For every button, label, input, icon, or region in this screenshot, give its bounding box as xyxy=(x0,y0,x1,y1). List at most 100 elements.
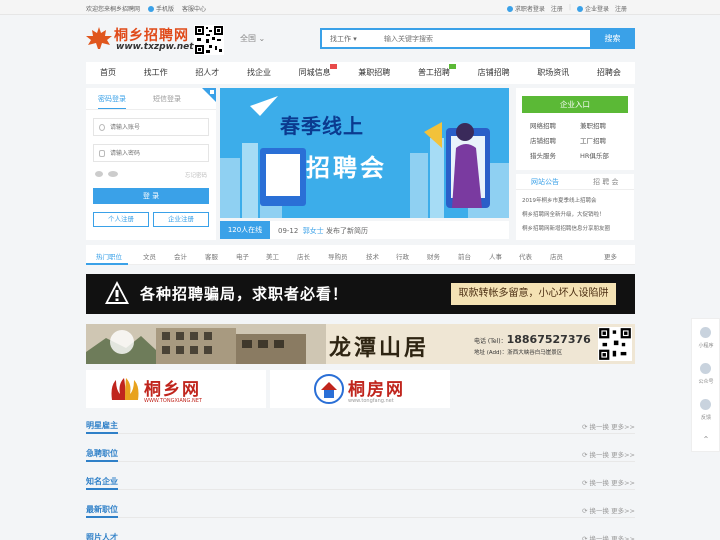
notice-item[interactable]: 2019年桐乡市夏季线上招聘会 xyxy=(522,196,597,204)
partner-tongxiang[interactable]: 桐乡网 WWW.TONGXIANG.NET xyxy=(86,370,266,408)
nav-find-company[interactable]: 找企业 xyxy=(247,62,271,84)
link-hr-club[interactable]: HR俱乐部 xyxy=(580,150,609,160)
section-refresh-more[interactable]: ⟳ 换一换 更多>> xyxy=(582,533,635,540)
wechat-icon[interactable] xyxy=(108,171,118,177)
back-to-top-icon[interactable]: ⌃ xyxy=(692,435,720,444)
fraud-warning-note: 取款转帐多留意，小心坏人设陷阱 xyxy=(451,283,616,305)
category-item[interactable]: 美工 xyxy=(266,251,279,261)
category-item[interactable]: 技术 xyxy=(366,251,379,261)
float-label[interactable]: 小程序 xyxy=(692,342,720,349)
category-item[interactable]: 人事 xyxy=(489,251,502,261)
feedback-icon[interactable] xyxy=(700,399,711,410)
nav-general-worker[interactable]: 普工招聘 xyxy=(418,62,456,84)
company-register-button[interactable]: 企业注册 xyxy=(153,212,209,227)
company-login-link[interactable]: 企业登录 xyxy=(576,4,609,13)
top-bar: 欢迎您来桐乡招聘网 手机版 客服中心 求职者登录 注册 | 企业登录 注册 xyxy=(0,0,720,15)
float-label[interactable]: 反馈 xyxy=(692,414,720,421)
qr-login-icon[interactable] xyxy=(202,88,216,102)
link-part-time[interactable]: 兼职招聘 xyxy=(580,120,606,130)
tab-job-fairs[interactable]: 招 聘 会 xyxy=(593,177,618,187)
estate-ad-title: 龙潭山居 xyxy=(329,335,430,361)
tab-sms-login[interactable]: 短信登录 xyxy=(153,94,181,104)
float-label[interactable]: 公众号 xyxy=(692,378,720,385)
mobile-link[interactable]: 手机版 xyxy=(148,4,174,13)
category-item[interactable]: 财务 xyxy=(427,251,440,261)
notice-item[interactable]: 桐乡招聘网全新升级，大促销啦！ xyxy=(522,210,605,218)
building-icon xyxy=(576,6,583,12)
category-item[interactable]: 文员 xyxy=(143,251,156,261)
company-register-link[interactable]: 注册 xyxy=(615,4,627,13)
search-type-selector[interactable]: 找工作 ▾ xyxy=(330,34,357,44)
section-underline xyxy=(86,488,118,490)
partner-tongfang[interactable]: 桐房网 www.tongfang.net xyxy=(270,370,450,408)
link-shop-recruit[interactable]: 店铺招聘 xyxy=(530,135,556,145)
login-panel: 密码登录 短信登录 忘记密码 登 录 个人注册 企业注册 xyxy=(86,88,216,240)
personal-register-button[interactable]: 个人注册 xyxy=(93,212,149,227)
wechat-account-icon[interactable] xyxy=(700,363,711,374)
site-logo[interactable]: 桐乡招聘网 www.txzpw.net xyxy=(86,23,226,55)
hero-banner[interactable]: 春季线上 招聘会 xyxy=(220,88,509,218)
link-online-recruit[interactable]: 网络招聘 xyxy=(530,120,556,130)
qr-code-icon xyxy=(194,25,224,55)
seeker-login-link[interactable]: 求职者登录 xyxy=(506,4,545,13)
city-selector[interactable]: 全国 ⌄ xyxy=(240,33,265,44)
category-more[interactable]: 更多 xyxy=(604,251,617,261)
notice-item[interactable]: 桐乡招聘网新增招聘信息分享朋友圈 xyxy=(522,224,610,232)
category-item[interactable]: 代表 xyxy=(519,251,532,261)
section-latest-jobs: 最新职位 ⟳ 换一换 更多>> xyxy=(86,500,635,518)
search-button[interactable]: 搜索 xyxy=(590,28,635,49)
estate-ad-phone: 电话 (Tel)：18867527376 xyxy=(474,333,591,346)
estate-ad-address: 地址 (Add)：浙西大峡谷白马崖景区 xyxy=(474,350,563,356)
section-title: 知名企业 xyxy=(86,477,118,486)
section-star-employers: 明星雇主 ⟳ 换一换 更多>> xyxy=(86,416,635,434)
phone-icon xyxy=(148,6,155,12)
category-item[interactable]: 店员 xyxy=(550,251,563,261)
category-item[interactable]: 客服 xyxy=(205,251,218,261)
tab-announcements[interactable]: 网站公告 xyxy=(531,177,559,187)
nav-career-news[interactable]: 职场资讯 xyxy=(537,62,569,84)
mini-program-icon[interactable] xyxy=(700,327,711,338)
link-headhunter[interactable]: 猎头服务 xyxy=(530,150,556,160)
section-refresh-more[interactable]: ⟳ 换一换 更多>> xyxy=(582,505,635,515)
seeker-register-link[interactable]: 注册 xyxy=(551,4,563,13)
section-title: 急聘职位 xyxy=(86,449,118,458)
category-item[interactable]: 行政 xyxy=(396,251,409,261)
search-input[interactable] xyxy=(384,32,584,46)
login-button[interactable]: 登 录 xyxy=(93,188,209,204)
partner-url: www.tongfang.net xyxy=(348,398,394,404)
nav-find-job[interactable]: 找工作 xyxy=(144,62,168,84)
password-input[interactable] xyxy=(110,148,206,159)
nav-job-fair[interactable]: 招聘会 xyxy=(597,62,621,84)
category-item[interactable]: 导购员 xyxy=(328,251,348,261)
category-item[interactable]: 会计 xyxy=(174,251,187,261)
nav-find-talent[interactable]: 招人才 xyxy=(195,62,219,84)
section-refresh-more[interactable]: ⟳ 换一换 更多>> xyxy=(582,477,635,487)
forgot-password-link[interactable]: 忘记密码 xyxy=(185,171,207,179)
password-field xyxy=(93,144,209,162)
section-refresh-more[interactable]: ⟳ 换一换 更多>> xyxy=(582,421,635,431)
account-input[interactable] xyxy=(110,122,206,133)
latest-activity[interactable]: 09-12 郭女士 发布了新简历 xyxy=(278,226,368,236)
fraud-warning-banner[interactable]: 各种招聘骗局，求职者必看！ 取款转帐多留意，小心坏人设陷阱 xyxy=(86,274,635,314)
tab-password-login[interactable]: 密码登录 xyxy=(98,94,126,109)
link-factory-recruit[interactable]: 工厂招聘 xyxy=(580,135,606,145)
section-refresh-more[interactable]: ⟳ 换一换 更多>> xyxy=(582,449,635,459)
company-entry-panel: 企业入口 网络招聘 兼职招聘 店铺招聘 工厂招聘 猎头服务 HR俱乐部 xyxy=(516,88,634,170)
estate-photo xyxy=(86,324,326,364)
main-nav: 首页 找工作 招人才 找企业 同城信息 兼职招聘 普工招聘 店铺招聘 职场资讯 … xyxy=(86,62,635,84)
nav-shop-jobs[interactable]: 店铺招聘 xyxy=(478,62,510,84)
nav-part-time[interactable]: 兼职招聘 xyxy=(358,62,390,84)
category-item[interactable]: 店长 xyxy=(297,251,310,261)
company-entry-button[interactable]: 企业入口 xyxy=(522,96,628,113)
service-link[interactable]: 客服中心 xyxy=(182,4,206,13)
nav-local-info[interactable]: 同城信息 xyxy=(299,62,337,84)
partner-logo-icon xyxy=(111,378,139,400)
category-hot[interactable]: 热门职位 xyxy=(96,251,122,261)
category-item[interactable]: 电子 xyxy=(236,251,249,261)
nav-home[interactable]: 首页 xyxy=(100,62,116,84)
category-item[interactable]: 前台 xyxy=(458,251,471,261)
estate-ad-banner[interactable]: 龙潭山居 电话 (Tel)：18867527376 地址 (Add)：浙西大峡谷… xyxy=(86,324,635,364)
maple-leaf-icon xyxy=(86,27,112,49)
banner-title-line1: 春季线上 xyxy=(280,114,364,138)
qq-icon[interactable] xyxy=(95,171,103,177)
